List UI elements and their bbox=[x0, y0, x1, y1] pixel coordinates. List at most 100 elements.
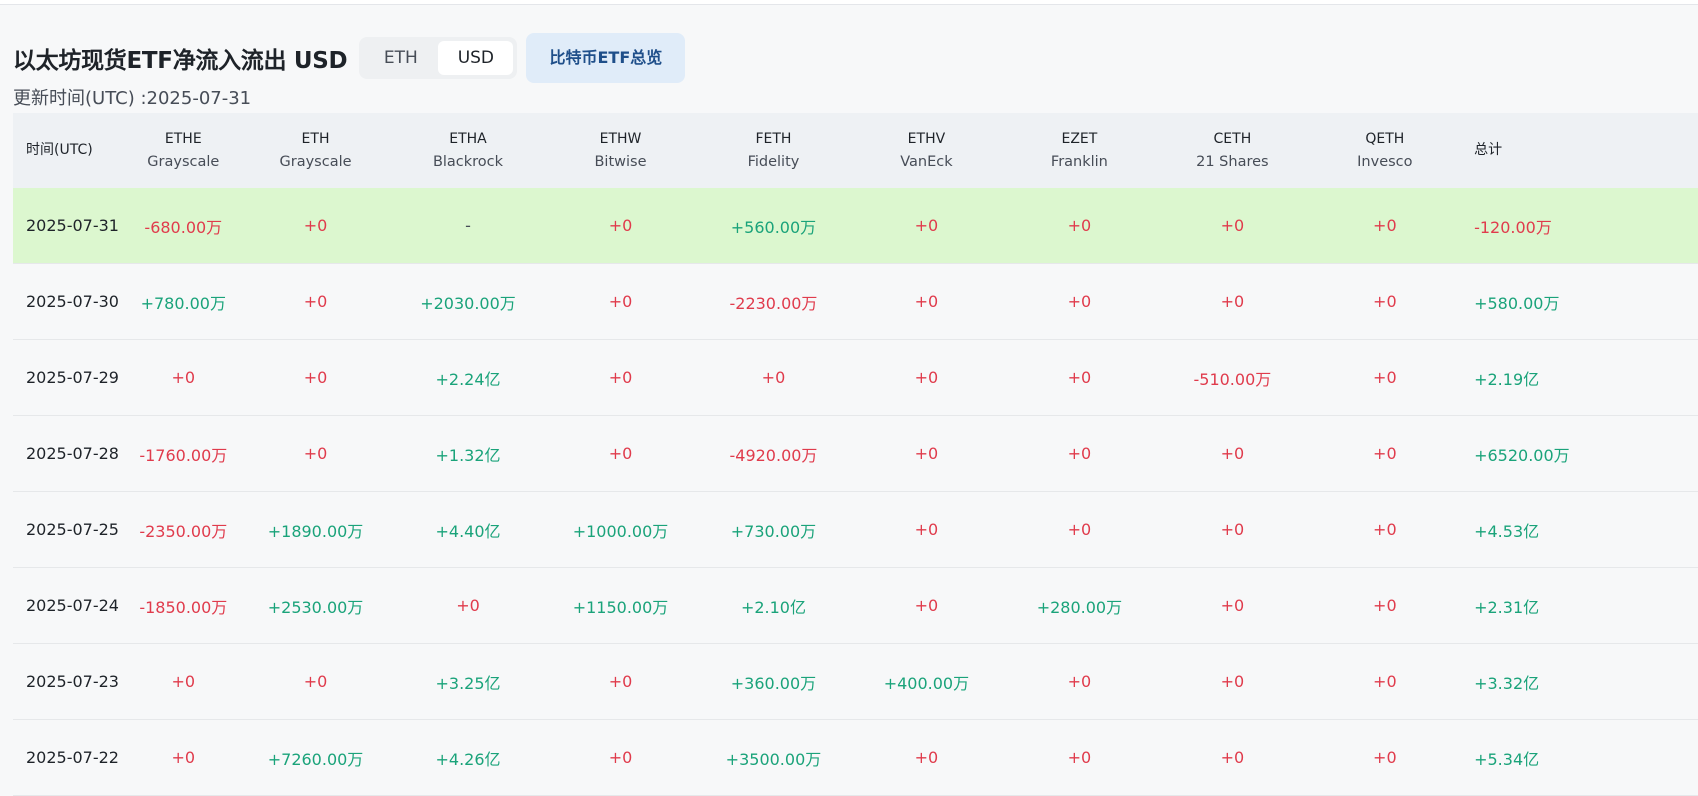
header-issuer: 21 Shares bbox=[1196, 153, 1269, 170]
header-fund-ethw: ETHW Bitwise bbox=[544, 128, 696, 174]
flow-value-feth: +560.00万 bbox=[730, 217, 817, 237]
flow-value-ceth: +0 bbox=[1220, 520, 1245, 539]
flow-value-ceth: +0 bbox=[1220, 292, 1245, 311]
table-row[interactable]: 2025-07-24 -1850.00万 +2530.00万 +0 +1150.00万 +… bbox=[13, 568, 1698, 644]
header-fund-ezet: EZET Franklin bbox=[1003, 128, 1156, 174]
header-issuer: VanEck bbox=[900, 153, 953, 170]
flow-value-ceth: +0 bbox=[1220, 444, 1245, 463]
eth-toggle-button[interactable]: ETH bbox=[363, 41, 438, 75]
table-row[interactable]: 2025-07-23 +0 +0 +3.25亿 +0 +360.00万 +400.00万 +0… bbox=[13, 644, 1698, 720]
row-date: 2025-07-28 bbox=[26, 444, 119, 463]
row-date: 2025-07-23 bbox=[26, 672, 119, 691]
flow-value-qeth: +0 bbox=[1373, 292, 1397, 311]
flow-value-etha: +3.25亿 bbox=[435, 673, 501, 693]
header-issuer: Fidelity bbox=[747, 153, 800, 170]
flow-value-ceth: +0 bbox=[1220, 596, 1245, 615]
flow-value-feth: -2230.00万 bbox=[729, 293, 818, 313]
flow-value-ceth: +0 bbox=[1220, 672, 1245, 691]
flow-value-ezet: +0 bbox=[1067, 368, 1092, 387]
flow-value-eth: +0 bbox=[303, 444, 328, 463]
flow-value-ezet: +0 bbox=[1067, 520, 1092, 539]
update-time: 更新时间(UTC) :2025-07-31 bbox=[13, 88, 252, 109]
flow-value-eth: +2530.00万 bbox=[267, 597, 364, 617]
header-fund-ceth: CETH 21 Shares bbox=[1156, 128, 1308, 174]
table-header: 时间(UTC) ETHE Grayscale ETH Grayscale ETHA Blac… bbox=[13, 113, 1698, 188]
flow-value-feth: +0 bbox=[761, 368, 786, 387]
header-ticker: QETH bbox=[1365, 130, 1405, 147]
flow-value-etha: +4.40亿 bbox=[435, 521, 501, 541]
flow-value-ethe: +0 bbox=[171, 368, 196, 387]
flow-value-qeth: +0 bbox=[1373, 748, 1397, 767]
flow-value-ceth: -510.00万 bbox=[1193, 369, 1272, 389]
flow-value-ethv: +0 bbox=[914, 292, 939, 311]
flow-value-ceth: +0 bbox=[1220, 216, 1245, 235]
flow-value-eth: +0 bbox=[303, 368, 328, 387]
flow-value-qeth: +0 bbox=[1373, 596, 1397, 615]
row-date: 2025-07-25 bbox=[26, 520, 119, 539]
flow-value-ethe: +780.00万 bbox=[140, 293, 226, 313]
flow-value-ethw: +0 bbox=[608, 748, 633, 767]
table-row[interactable]: 2025-07-30 +780.00万 +0 +2030.00万 +0 -2230.00万… bbox=[13, 264, 1698, 340]
row-total: +5.34亿 bbox=[1474, 749, 1540, 769]
flow-value-eth: +7260.00万 bbox=[267, 749, 364, 769]
flow-value-ezet: +0 bbox=[1067, 292, 1092, 311]
header-ticker: CETH bbox=[1213, 130, 1252, 147]
flow-value-ethw: +0 bbox=[608, 444, 633, 463]
flow-value-ethv: +0 bbox=[914, 596, 939, 615]
header-fund-qeth: QETH Invesco bbox=[1309, 128, 1461, 174]
flow-value-ethw: +1000.00万 bbox=[572, 521, 669, 541]
row-total: +2.31亿 bbox=[1474, 597, 1540, 617]
flow-value-ethw: +0 bbox=[608, 216, 633, 235]
row-total: +3.32亿 bbox=[1474, 673, 1540, 693]
flow-value-etha: +4.26亿 bbox=[435, 749, 501, 769]
table-row[interactable]: 2025-07-25 -2350.00万 +1890.00万 +4.40亿 +1000.… bbox=[13, 492, 1698, 568]
table-row[interactable]: 2025-07-28 -1760.00万 +0 +1.32亿 +0 -4920.00万 +0… bbox=[13, 416, 1698, 492]
currency-toggle: ETH USD bbox=[359, 37, 518, 79]
flow-value-ethe: +0 bbox=[171, 672, 196, 691]
header-ticker: ETH bbox=[301, 130, 330, 147]
row-date: 2025-07-24 bbox=[26, 596, 119, 615]
flow-value-ethe: -1760.00万 bbox=[139, 445, 228, 465]
flow-value-eth: +0 bbox=[303, 216, 328, 235]
header-date: 时间(UTC) bbox=[26, 142, 93, 158]
flow-value-eth: +0 bbox=[303, 292, 328, 311]
btc-etf-overview-button[interactable]: 比特币ETF总览 bbox=[526, 33, 686, 83]
flow-value-feth: +360.00万 bbox=[730, 673, 817, 693]
flow-value-etha: +0 bbox=[456, 596, 480, 615]
table-row[interactable]: 2025-07-31 -680.00万 +0 - +0 +560.00万 +0 +0 +0 +0 -… bbox=[13, 188, 1698, 264]
etf-flow-table: 时间(UTC) ETHE Grayscale ETH Grayscale ETHA Blac… bbox=[13, 113, 1698, 796]
flow-value-qeth: +0 bbox=[1373, 368, 1397, 387]
table-row[interactable]: 2025-07-22 +0 +7260.00万 +4.26亿 +0 +3500.00万 +0… bbox=[13, 720, 1698, 796]
row-date: 2025-07-31 bbox=[26, 216, 119, 235]
flow-value-etha: +2030.00万 bbox=[420, 293, 516, 313]
header-fund-etha: ETHA Blackrock bbox=[392, 128, 544, 174]
header-issuer: Grayscale bbox=[147, 153, 220, 170]
flow-value-ezet: +0 bbox=[1067, 444, 1092, 463]
row-total: -120.00万 bbox=[1474, 217, 1552, 237]
flow-value-etha: - bbox=[465, 216, 471, 235]
row-date: 2025-07-22 bbox=[26, 748, 119, 767]
header-total: 总计 bbox=[1474, 142, 1503, 158]
flow-value-eth: +0 bbox=[303, 672, 328, 691]
header-ticker: ETHW bbox=[599, 130, 642, 147]
header-issuer: Blackrock bbox=[432, 153, 504, 170]
table-row[interactable]: 2025-07-29 +0 +0 +2.24亿 +0 +0 +0 +0 -510.00万 +0 +2… bbox=[13, 340, 1698, 416]
top-border bbox=[0, 0, 1698, 5]
flow-value-ethv: +0 bbox=[914, 444, 939, 463]
usd-toggle-button[interactable]: USD bbox=[438, 41, 514, 75]
header-fund-eth: ETH Grayscale bbox=[239, 128, 391, 174]
flow-value-ethw: +0 bbox=[608, 672, 633, 691]
flow-value-qeth: +0 bbox=[1373, 520, 1397, 539]
flow-value-etha: +1.32亿 bbox=[435, 445, 501, 465]
flow-value-ethv: +0 bbox=[914, 520, 939, 539]
row-date: 2025-07-30 bbox=[26, 292, 119, 311]
header-ticker: ETHA bbox=[449, 130, 487, 147]
row-total: +6520.00万 bbox=[1474, 445, 1570, 465]
flow-value-ethw: +0 bbox=[608, 368, 633, 387]
row-date: 2025-07-29 bbox=[26, 368, 119, 387]
row-total: +580.00万 bbox=[1474, 293, 1560, 313]
flow-value-feth: -4920.00万 bbox=[729, 445, 818, 465]
header-issuer: Invesco bbox=[1357, 153, 1413, 170]
flow-value-etha: +2.24亿 bbox=[435, 369, 501, 389]
row-total: +4.53亿 bbox=[1474, 521, 1540, 541]
